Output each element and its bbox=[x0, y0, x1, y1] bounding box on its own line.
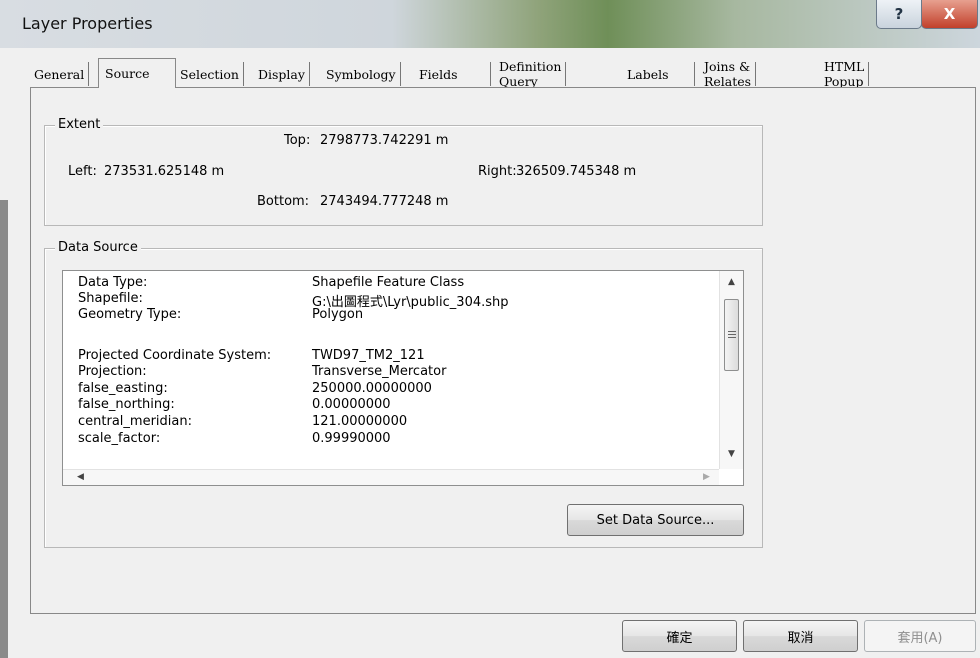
window-title: Layer Properties bbox=[22, 14, 153, 33]
tab-display[interactable]: Display bbox=[254, 62, 310, 86]
info-row: central_meridian: bbox=[78, 414, 192, 429]
cancel-button[interactable]: 取消 bbox=[743, 620, 858, 652]
layer-properties-window: Layer Properties ? X General Source Sele… bbox=[0, 0, 980, 658]
scroll-left-arrow-icon[interactable]: ◀ bbox=[77, 472, 84, 482]
close-icon: X bbox=[943, 5, 956, 23]
tab-html-popup[interactable]: HTML Popup bbox=[820, 59, 870, 89]
info-row: scale_factor: bbox=[78, 431, 161, 446]
extent-left-label: Left: bbox=[68, 164, 97, 179]
extent-top-value: 2798773.742291 m bbox=[320, 133, 449, 148]
ok-button[interactable]: 確定 bbox=[622, 620, 737, 652]
tab-selection[interactable]: Selection bbox=[176, 62, 244, 86]
info-row-value: Transverse_Mercator bbox=[312, 364, 447, 379]
tab-fields[interactable]: Fields bbox=[415, 62, 491, 86]
extent-top-label: Top: bbox=[284, 133, 311, 148]
close-button[interactable]: X bbox=[921, 0, 978, 29]
window-edge bbox=[0, 200, 8, 658]
title-bar[interactable]: Layer Properties ? X bbox=[0, 0, 980, 48]
extent-group-label: Extent bbox=[55, 117, 104, 132]
info-row-value: TWD97_TM2_121 bbox=[312, 348, 425, 363]
info-row: false_northing: bbox=[78, 397, 175, 412]
help-button[interactable]: ? bbox=[876, 0, 922, 29]
info-row: Data Type: bbox=[78, 275, 148, 290]
tab-general[interactable]: General bbox=[30, 62, 90, 86]
info-row: false_easting: bbox=[78, 381, 168, 396]
tab-symbology[interactable]: Symbology bbox=[322, 62, 401, 86]
extent-right-value: 326509.745348 m bbox=[516, 164, 637, 179]
info-row: Shapefile: bbox=[78, 291, 143, 306]
data-source-group-label: Data Source bbox=[55, 240, 141, 255]
extent-left-value: 273531.625148 m bbox=[104, 164, 225, 179]
tab-definition-query[interactable]: Definition Query bbox=[495, 59, 567, 89]
vertical-scroll-thumb[interactable] bbox=[724, 299, 739, 371]
extent-right-label: Right: bbox=[478, 164, 517, 179]
info-row: Projected Coordinate System: bbox=[78, 348, 272, 363]
info-row: Geometry Type: bbox=[78, 307, 182, 322]
info-row-value: 0.00000000 bbox=[312, 397, 391, 412]
apply-button[interactable]: 套用(A) bbox=[864, 620, 976, 652]
info-row-value: Polygon bbox=[312, 307, 364, 322]
info-row-value: 121.00000000 bbox=[312, 414, 408, 429]
help-icon: ? bbox=[894, 5, 904, 23]
data-source-info-list[interactable]: Data Type: Shapefile Feature Class Shape… bbox=[62, 270, 744, 486]
tab-joins-relates[interactable]: Joins & Relates bbox=[700, 59, 757, 89]
info-row-value: Shapefile Feature Class bbox=[312, 275, 465, 290]
scroll-right-arrow-icon[interactable]: ▶ bbox=[703, 472, 710, 482]
info-row: Projection: bbox=[78, 364, 147, 379]
tab-labels[interactable]: Labels bbox=[623, 62, 695, 86]
horizontal-scrollbar[interactable]: ◀ ▶ bbox=[63, 469, 719, 485]
info-row-value: 250000.00000000 bbox=[312, 381, 432, 396]
scroll-down-arrow-icon[interactable]: ▼ bbox=[728, 449, 735, 459]
scroll-up-arrow-icon[interactable]: ▲ bbox=[728, 277, 735, 287]
info-row-value: 0.99990000 bbox=[312, 431, 391, 446]
tab-source[interactable]: Source bbox=[98, 58, 176, 88]
vertical-scrollbar[interactable]: ▲ ▼ bbox=[719, 271, 743, 469]
extent-bottom-label: Bottom: bbox=[257, 194, 310, 209]
set-data-source-button[interactable]: Set Data Source... bbox=[567, 504, 744, 536]
extent-bottom-value: 2743494.777248 m bbox=[320, 194, 449, 209]
